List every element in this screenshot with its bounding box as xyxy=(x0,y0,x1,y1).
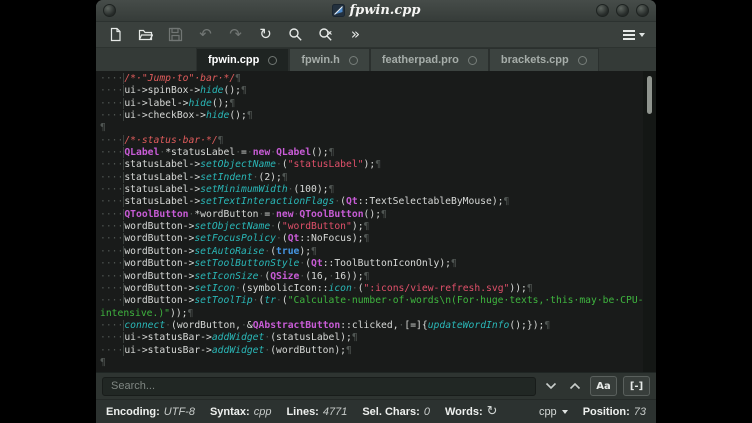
code-line: ····wordButton->setToolTip·(tr·("Calcula… xyxy=(100,295,643,307)
code-line: ····wordButton->setObjectName·("wordButt… xyxy=(100,221,643,233)
syntax-combo-box[interactable]: cpp xyxy=(539,406,568,418)
code-line: ····wordButton->setAutoRaise·(true);¶ xyxy=(100,246,643,258)
code-line: intensive.)"));¶ xyxy=(100,308,643,320)
tab-bar: fpwin.cpp fpwin.h featherpad.pro brackets.c… xyxy=(96,48,656,71)
search-and-replace-icon[interactable] xyxy=(317,26,334,43)
status-bar: Encoding: UTF-8 Syntax: cpp Lines: 4771 … xyxy=(96,399,656,423)
code-area: ····/*·"Jump·to"·bar·*/¶····ui->spinBox-… xyxy=(100,73,643,372)
undo-icon[interactable]: ↶ xyxy=(197,26,214,43)
code-line: ····ui->checkBox->hide();¶ xyxy=(100,110,643,122)
scrollbar-track[interactable] xyxy=(643,71,656,372)
menu-caret-icon xyxy=(639,33,645,37)
combo-caret-icon xyxy=(562,410,568,414)
tab-featherpad.pro[interactable]: featherpad.pro xyxy=(370,48,489,71)
syntax-combo-value: cpp xyxy=(539,406,557,418)
encoding-value: UTF-8 xyxy=(164,406,195,418)
text-editor[interactable]: ····/*·"Jump·to"·bar·*/¶····ui->spinBox-… xyxy=(96,71,656,372)
tab-label: fpwin.cpp xyxy=(208,54,259,66)
lines-label: Lines: xyxy=(286,406,318,418)
code-line: ····/*·status·bar·*/¶ xyxy=(100,135,643,147)
tab-bar-tabs: fpwin.cpp fpwin.h featherpad.pro brackets.c… xyxy=(196,48,599,71)
tab-close-icon[interactable] xyxy=(468,56,477,65)
code-line: ····QToolButton·*wordButton·=·new·QToolB… xyxy=(100,209,643,221)
find-next-chevron-down-icon[interactable] xyxy=(542,377,560,395)
window-menu-button[interactable] xyxy=(103,4,116,17)
tab-close-icon[interactable] xyxy=(578,56,587,65)
match-case-button[interactable]: Aa xyxy=(590,376,617,396)
syntax-value: cpp xyxy=(254,406,272,418)
lines-status: Lines: 4771 xyxy=(286,406,347,418)
sel-chars-label: Sel. Chars: xyxy=(362,406,419,418)
tab-close-icon[interactable] xyxy=(268,56,277,65)
featherpad-window: fpwin.cpp xyxy=(96,0,656,423)
open-file-icon[interactable] xyxy=(137,26,154,43)
tab-label: featherpad.pro xyxy=(382,54,459,66)
words-status: Words: ↻ xyxy=(445,404,498,419)
code-line: ····wordButton->setIconSize·(QSize·(16,·… xyxy=(100,271,643,283)
words-label: Words: xyxy=(445,406,483,418)
position-status: Position: 73 xyxy=(583,406,646,418)
code-line: ····ui->statusBar->addWidget·(wordButton… xyxy=(100,345,643,357)
reload-icon[interactable]: ↻ xyxy=(257,26,274,43)
code-line: ····wordButton->setIcon·(symbolicIcon::i… xyxy=(100,283,643,295)
selected-chars-status: Sel. Chars: 0 xyxy=(362,406,430,418)
tab-label: fpwin.h xyxy=(301,54,340,66)
desktop: fpwin.cpp xyxy=(0,0,752,423)
encoding-status: Encoding: UTF-8 xyxy=(106,406,195,418)
code-line: ····/*·"Jump·to"·bar·*/¶ xyxy=(100,73,643,85)
toolbar: ↶ ↷ ↻ » xyxy=(96,22,656,48)
code-line: ····statusLabel->setTextInteractionFlags… xyxy=(100,196,643,208)
tab-fpwin.cpp[interactable]: fpwin.cpp xyxy=(196,48,289,71)
code-line: ····ui->statusBar->addWidget·(statusLabe… xyxy=(100,332,643,344)
refresh-word-count-icon[interactable]: ↻ xyxy=(487,404,498,419)
more-tools-icon[interactable]: » xyxy=(347,26,364,43)
code-line: ¶ xyxy=(100,357,643,369)
lines-value: 4771 xyxy=(323,406,347,418)
code-line: ····wordButton->setFocusPolicy·(Qt::NoFo… xyxy=(100,233,643,245)
code-line: ····statusLabel->setObjectName·("statusL… xyxy=(100,159,643,171)
code-line: ····ui->label->hide();¶ xyxy=(100,98,643,110)
code-line: ¶ xyxy=(100,122,643,134)
encoding-label: Encoding: xyxy=(106,406,160,418)
tab-fpwin.h[interactable]: fpwin.h xyxy=(289,48,370,71)
new-file-icon[interactable] xyxy=(107,26,124,43)
position-label: Position: xyxy=(583,406,630,418)
close-button[interactable] xyxy=(636,4,649,17)
minimize-button[interactable] xyxy=(596,4,609,17)
search-icon[interactable] xyxy=(287,26,304,43)
tab-label: brackets.cpp xyxy=(501,54,569,66)
main-menu-button[interactable] xyxy=(622,29,645,41)
code-line: ····statusLabel->setMinimumWidth·(100);¶ xyxy=(100,184,643,196)
search-input[interactable] xyxy=(102,377,536,396)
maximize-button[interactable] xyxy=(616,4,629,17)
scrollbar-thumb[interactable] xyxy=(647,76,652,114)
title-bar: fpwin.cpp xyxy=(96,0,656,22)
tab-close-icon[interactable] xyxy=(349,56,358,65)
window-title: fpwin.cpp xyxy=(350,3,421,18)
featherpad-app-icon xyxy=(332,4,345,17)
syntax-label: Syntax: xyxy=(210,406,250,418)
code-line: ····statusLabel->setIndent·(2);¶ xyxy=(100,172,643,184)
tab-bar-spacer xyxy=(96,48,196,71)
syntax-status: Syntax: cpp xyxy=(210,406,272,418)
tab-brackets.cpp[interactable]: brackets.cpp xyxy=(489,48,599,71)
position-value: 73 xyxy=(634,406,646,418)
redo-icon[interactable]: ↷ xyxy=(227,26,244,43)
save-icon[interactable] xyxy=(167,26,184,43)
find-previous-chevron-up-icon[interactable] xyxy=(566,377,584,395)
whole-words-button[interactable]: [-] xyxy=(623,376,650,396)
code-line: ····wordButton->setToolButtonStyle·(Qt::… xyxy=(100,258,643,270)
search-bar: Aa [-] xyxy=(96,372,656,399)
code-line: ····QLabel·*statusLabel·=·new·QLabel();¶ xyxy=(100,147,643,159)
code-line: ····connect·(wordButton,·&QAbstractButto… xyxy=(100,320,643,332)
sel-chars-value: 0 xyxy=(424,406,430,418)
code-line: ····ui->spinBox->hide();¶ xyxy=(100,85,643,97)
